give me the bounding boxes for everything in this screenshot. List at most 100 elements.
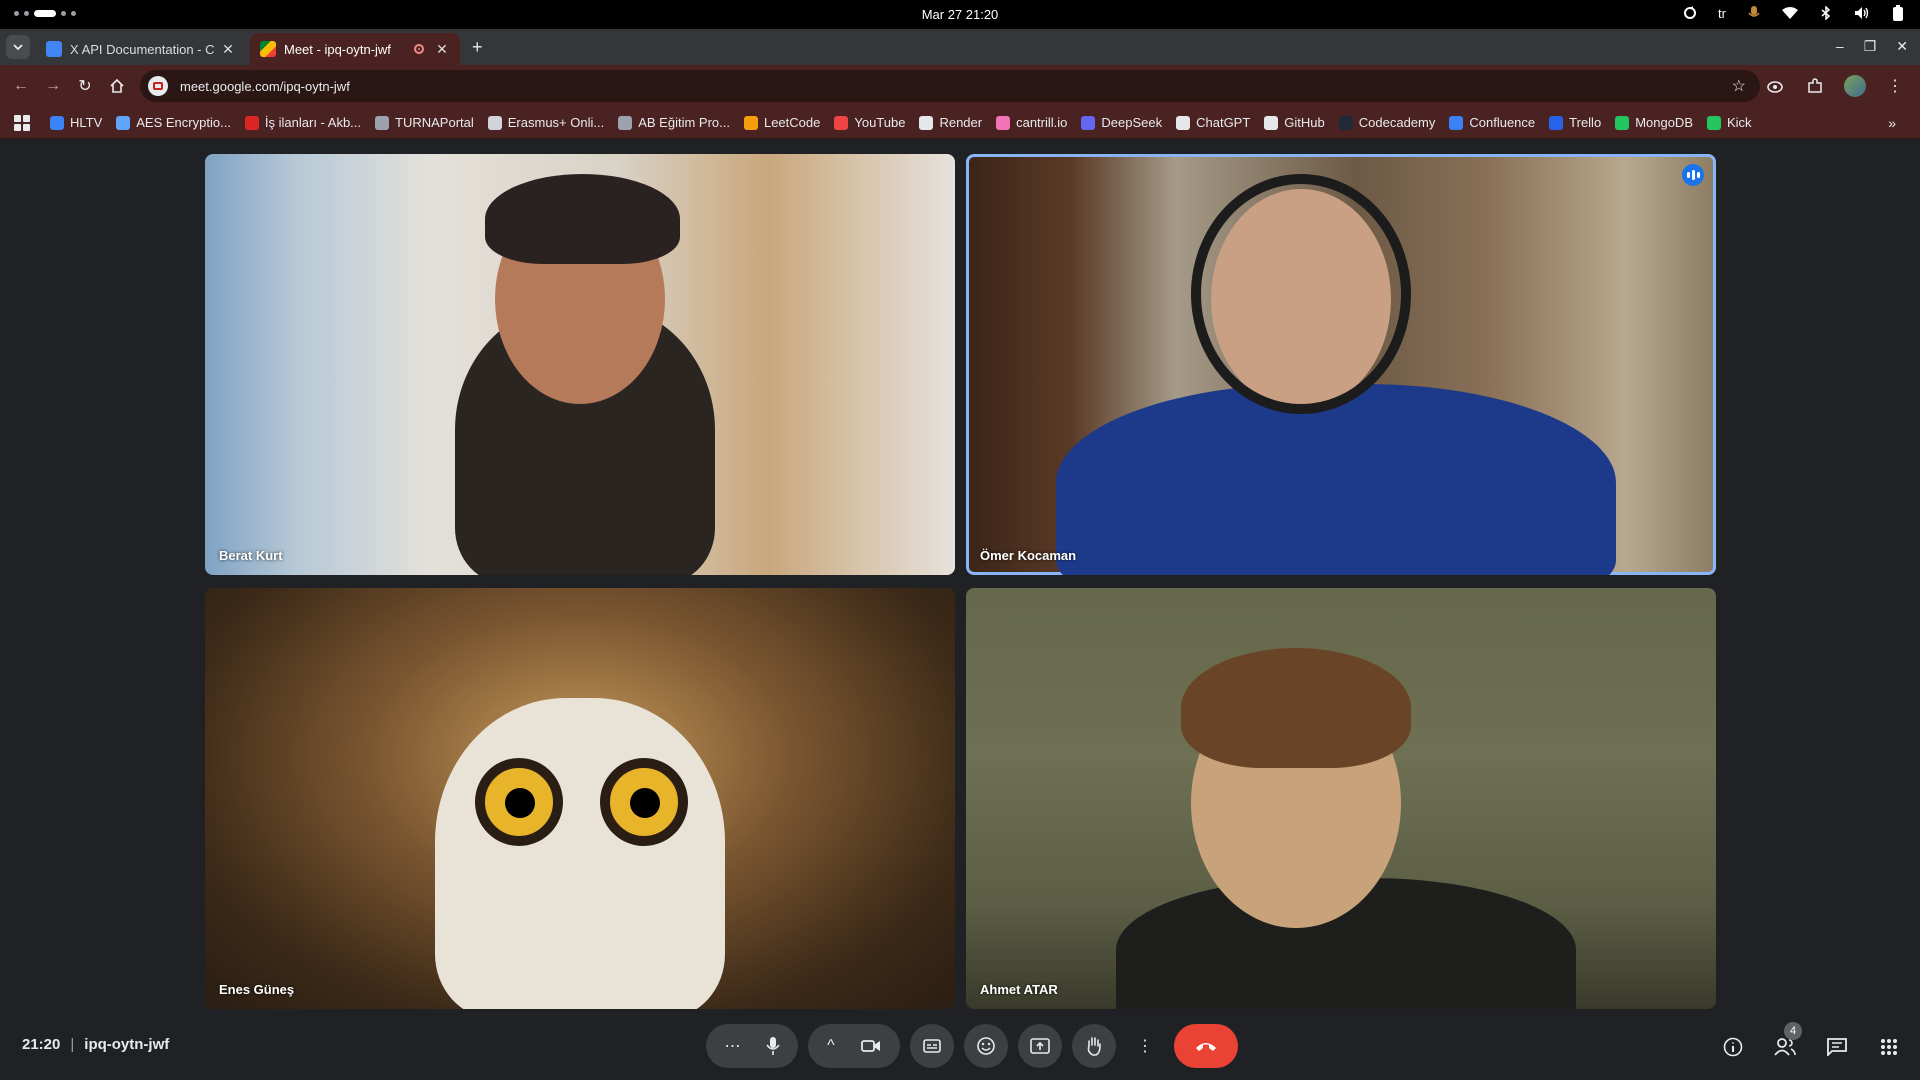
close-icon[interactable]: ✕ — [434, 41, 450, 58]
bookmark-aes[interactable]: AES Encryptio... — [116, 115, 231, 130]
bookmark-confluence[interactable]: Confluence — [1449, 115, 1535, 130]
bookmark-github[interactable]: GitHub — [1264, 115, 1325, 130]
bookmark-favicon — [1338, 115, 1353, 130]
docs-icon — [46, 41, 62, 57]
close-window-icon[interactable]: ✕ — [1896, 38, 1908, 55]
tab-x-api-docs[interactable]: X API Documentation - C ✕ — [36, 33, 246, 65]
participant-tile-omer[interactable]: Ömer Kocaman — [966, 154, 1716, 575]
chat-button[interactable] — [1824, 1034, 1850, 1060]
bookmarks-bar: HLTV AES Encryptio... İş ilanları - Akb.… — [0, 107, 1920, 139]
bookmark-codecademy[interactable]: Codecademy — [1338, 115, 1435, 130]
chevron-down-icon — [13, 44, 23, 50]
reactions-button[interactable] — [964, 1024, 1008, 1068]
people-button[interactable]: 4 — [1772, 1022, 1802, 1060]
system-clock[interactable]: Mar 27 21:20 — [0, 7, 1920, 22]
new-tab-button[interactable]: + — [472, 37, 483, 58]
extension-icon[interactable] — [1764, 75, 1786, 97]
bookmark-mongodb[interactable]: MongoDB — [1615, 115, 1693, 130]
browser-tab-strip: X API Documentation - C ✕ Meet - ipq-oyt… — [0, 29, 1920, 65]
bookmark-star-icon[interactable]: ☆ — [1732, 76, 1746, 96]
bookmark-youtube[interactable]: YouTube — [834, 115, 905, 130]
apps-grid-icon[interactable] — [14, 114, 30, 131]
leave-call-button[interactable] — [1174, 1024, 1238, 1068]
site-info-icon[interactable] — [148, 76, 168, 96]
bookmark-akbank[interactable]: İş ilanları - Akb... — [244, 115, 361, 130]
bookmark-chatgpt[interactable]: ChatGPT — [1176, 115, 1250, 130]
meet-control-bar: 21:20 | ipq-oytn-jwf ⋯ ^ ⋮ 4 — [0, 1020, 1920, 1080]
recording-icon — [414, 44, 424, 54]
activities-button[interactable] — [1876, 1034, 1902, 1060]
meeting-info: 21:20 | ipq-oytn-jwf — [22, 1036, 169, 1053]
participant-name: Berat Kurt — [219, 548, 283, 563]
sync-icon[interactable] — [1682, 5, 1698, 21]
bookmark-kick[interactable]: Kick — [1707, 115, 1752, 130]
meeting-time: 21:20 — [22, 1036, 61, 1053]
bookmark-label: cantrill.io — [1016, 115, 1068, 130]
more-audio-options-icon[interactable]: ⋯ — [725, 1036, 741, 1056]
back-icon[interactable]: ← — [10, 75, 32, 97]
forward-icon[interactable]: → — [42, 75, 64, 97]
bookmark-turnaportal[interactable]: TURNAPortal — [375, 115, 474, 130]
bookmark-hltv[interactable]: HLTV — [50, 115, 102, 130]
tab-title: Meet - ipq-oytn-jwf — [284, 41, 391, 57]
meeting-details-button[interactable] — [1720, 1034, 1746, 1060]
profile-avatar[interactable] — [1844, 75, 1866, 97]
headphones-icon — [1191, 174, 1411, 414]
bookmark-favicon — [919, 115, 934, 130]
minimize-icon[interactable]: – — [1836, 38, 1844, 55]
participant-video-hair — [485, 174, 680, 264]
captions-icon — [923, 1039, 941, 1053]
side-panel-controls: 4 — [1720, 1022, 1902, 1060]
close-icon[interactable]: ✕ — [220, 41, 236, 58]
bookmark-label: TURNAPortal — [395, 115, 474, 130]
camera-control[interactable]: ^ — [808, 1024, 900, 1068]
bookmark-cantrill[interactable]: cantrill.io — [996, 115, 1067, 130]
bookmark-favicon — [1264, 115, 1279, 130]
menu-kebab-icon[interactable]: ⋮ — [1884, 75, 1906, 97]
bookmark-render[interactable]: Render — [919, 115, 982, 130]
microphone-icon[interactable] — [1746, 5, 1762, 21]
bookmark-label: AB Eğitim Pro... — [638, 115, 730, 130]
tab-title: X API Documentation - C — [70, 41, 215, 57]
chevron-right-double-icon[interactable]: » — [1888, 115, 1896, 131]
bluetooth-icon[interactable] — [1818, 5, 1834, 21]
extensions-puzzle-icon[interactable] — [1804, 75, 1826, 97]
window-controls: – ❐ ✕ — [1836, 38, 1908, 55]
reload-icon[interactable]: ↻ — [74, 75, 96, 97]
url-text[interactable]: meet.google.com/ipq-oytn-jwf — [180, 79, 350, 94]
bookmark-deepseek[interactable]: DeepSeek — [1081, 115, 1162, 130]
keyboard-layout[interactable]: tr — [1718, 6, 1726, 21]
chevron-up-icon[interactable]: ^ — [827, 1037, 835, 1055]
mic-control[interactable]: ⋯ — [706, 1024, 798, 1068]
more-options-button[interactable]: ⋮ — [1126, 1024, 1164, 1068]
present-screen-button[interactable] — [1018, 1024, 1062, 1068]
meet-icon — [260, 41, 276, 57]
bookmark-leetcode[interactable]: LeetCode — [743, 115, 820, 130]
bookmark-erasmus[interactable]: Erasmus+ Onli... — [487, 115, 604, 130]
bookmark-ab-egitim[interactable]: AB Eğitim Pro... — [618, 115, 730, 130]
more-vert-icon: ⋮ — [1137, 1038, 1153, 1055]
wifi-icon[interactable] — [1782, 5, 1798, 21]
participant-name: Ahmet ATAR — [980, 982, 1058, 997]
home-icon[interactable] — [106, 75, 128, 97]
raise-hand-button[interactable] — [1072, 1024, 1116, 1068]
meeting-code[interactable]: ipq-oytn-jwf — [84, 1036, 169, 1053]
bookmark-favicon — [1449, 115, 1464, 130]
volume-icon[interactable] — [1854, 5, 1870, 21]
tab-meet[interactable]: Meet - ipq-oytn-jwf ✕ — [250, 33, 460, 65]
participant-tile-enes[interactable]: Enes Güneş — [205, 588, 955, 1009]
system-top-bar: Mar 27 21:20 tr — [0, 0, 1920, 29]
bookmark-trello[interactable]: Trello — [1549, 115, 1601, 130]
address-bar[interactable]: meet.google.com/ipq-oytn-jwf ☆ — [140, 70, 1760, 102]
restore-icon[interactable]: ❐ — [1864, 38, 1877, 55]
bookmark-favicon — [375, 115, 390, 130]
tab-search-button[interactable] — [6, 35, 30, 59]
bookmark-favicon — [1081, 115, 1096, 130]
participant-tile-berat[interactable]: Berat Kurt — [205, 154, 955, 575]
participant-tile-ahmet[interactable]: Ahmet ATAR — [966, 588, 1716, 1009]
system-tray[interactable]: tr — [1682, 5, 1906, 21]
battery-icon[interactable] — [1890, 5, 1906, 21]
captions-button[interactable] — [910, 1024, 954, 1068]
microphone-icon[interactable] — [765, 1036, 780, 1056]
camera-icon[interactable] — [860, 1039, 881, 1053]
